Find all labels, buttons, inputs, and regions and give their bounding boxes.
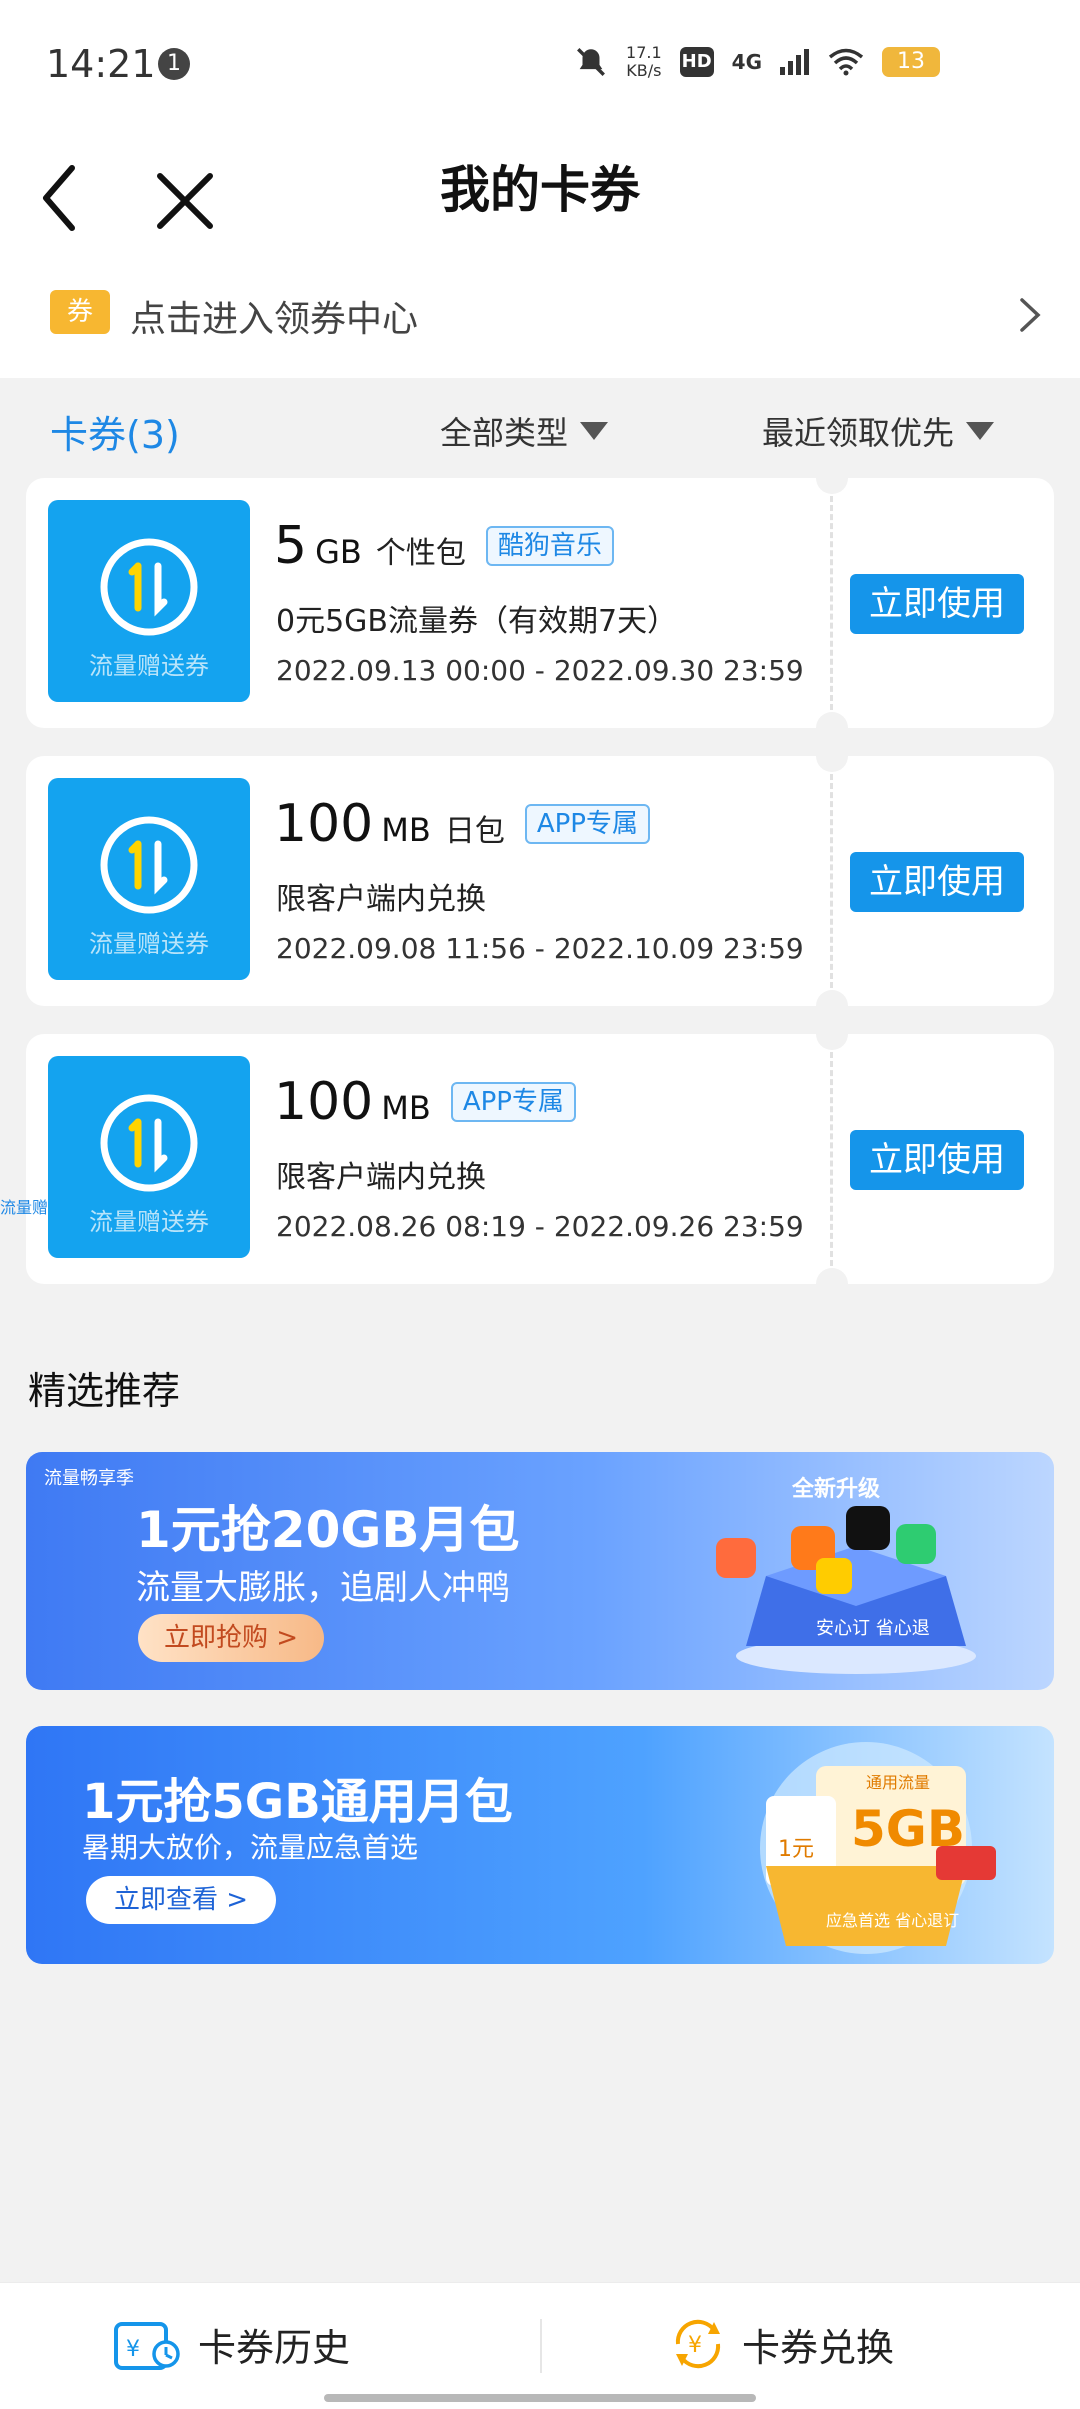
home-indicator[interactable] [324,2394,756,2402]
data-coupon-icon: 流量赠送券 [48,500,250,702]
coupon-package: 个性包 [375,536,466,571]
svg-text:¥: ¥ [688,2333,702,2358]
banner-deco-text: 全新升级 [791,1476,880,1502]
nav-bar: 我的卡券 [0,120,1080,260]
banner-top-label: 流量畅享季 [44,1468,134,1489]
speed-unit: KB/s [626,61,662,80]
mute-bell-icon [577,48,605,76]
coupon-exchange-label: 卡券兑换 [742,2325,895,2370]
card-notch [816,462,848,494]
deco-tag: 通用流量 [866,1773,930,1792]
battery-icon: 13 [882,47,940,77]
caret-down-icon [580,422,609,440]
side-hint-label: 流量赠 [0,1198,49,1217]
coupon-validity: 2022.08.26 08:19 - 2022.09.26 23:59 [276,1210,804,1243]
banner-deco-text2: 安心订 省心退 [816,1618,930,1639]
wifi-icon [828,48,864,76]
coupon-description: 0元5GB流量券（有效期7天） [276,604,678,639]
coupon-center-entry[interactable]: 券 点击进入领券中心 [0,260,1080,378]
speed-value: 17.1 [626,43,662,62]
coupon-description: 限客户端内兑换 [276,1160,486,1195]
buy-now-button[interactable]: 立即抢购 > [138,1614,325,1662]
coupon-history-button[interactable]: ¥ 卡券历史 [112,2309,350,2379]
svg-text:¥: ¥ [126,2337,140,2362]
coupon-type-label: 流量赠送券 [89,930,209,958]
card-notch [816,1018,848,1050]
type-filter-dropdown[interactable]: 全部类型 [440,408,609,454]
coupon-card: 流量赠送券 5 GB 个性包 酷狗音乐 0元5GB流量券（有效期7天） 2022… [26,462,1054,744]
bottom-divider [540,2319,542,2373]
use-now-button[interactable]: 立即使用 [850,1130,1024,1190]
coupon-badge: APP专属 [450,1082,576,1122]
banner-subtitle: 流量大膨胀，追剧人冲鸭 [136,1568,510,1608]
sort-dropdown[interactable]: 最近领取优先 [762,408,995,454]
coupon-validity: 2022.09.08 11:56 - 2022.10.09 23:59 [276,932,804,965]
card-notch [816,1268,848,1300]
coupon-center-label: 点击进入领券中心 [130,299,419,340]
coupon-package: 日包 [444,814,505,849]
filter-bar: 卡券(3) 全部类型 最近领取优先 [0,378,1080,478]
notification-badge: 1 [158,48,190,80]
hd-icon: HD [679,47,714,77]
chevron-right-icon [1020,298,1041,332]
banner-headline: 1元抢20GB月包 [136,1501,520,1559]
page-title: 我的卡券 [440,161,640,219]
card-notch [816,740,848,772]
view-now-button[interactable]: 立即查看 > [86,1876,277,1924]
type-filter-label: 全部类型 [440,414,569,452]
use-now-button[interactable]: 立即使用 [850,574,1024,634]
coupon-tag-icon: 券 [50,290,110,334]
traffic-logo-icon [100,1094,198,1192]
coupon-title: 5 GB 个性包 酷狗音乐 [274,516,614,576]
use-now-button[interactable]: 立即使用 [850,852,1024,912]
recommend-title: 精选推荐 [28,1369,181,1413]
coupon-validity: 2022.09.13 00:00 - 2022.09.30 23:59 [276,654,804,687]
coupon-amount: 100 [274,794,374,854]
wallet-clock-icon: ¥ [114,2322,180,2370]
status-icons: 17.1 KB/s HD 4G 13 [574,40,940,84]
status-time: 14:21 [46,42,156,86]
coupon-amount: 5 [274,516,308,576]
coupon-unit: MB [381,1089,431,1127]
coupon-unit: MB [381,811,431,849]
network-speed: 17.1 KB/s [626,44,662,80]
banner-headline: 1元抢5GB通用月包 [82,1774,513,1830]
promo-banner-20gb[interactable]: 流量畅享季 1元抢20GB月包 流量大膨胀，追剧人冲鸭 立即抢购 > 全新升级 … [26,1452,1054,1690]
deco-label: 应急首选 省心退订 [826,1911,959,1930]
exchange-yen-icon: ¥ [675,2319,721,2369]
signal-icon [780,49,809,75]
sort-label: 最近领取优先 [762,414,955,452]
caret-down-icon [966,422,995,440]
deco-price: 1元 [778,1837,814,1862]
traffic-logo-icon [100,538,198,636]
coupon-badge: APP专属 [524,804,650,844]
coupon-title: 100 MB 日包 APP专属 [274,794,650,854]
coupon-title: 100 MB APP专属 [274,1072,576,1132]
card-divider [830,774,833,988]
coupon-type-label: 流量赠送券 [89,652,209,680]
coupon-card: 流量赠送券 100 MB APP专属 限客户端内兑换 2022.08.26 08… [26,1018,1054,1300]
coupon-amount: 100 [274,1072,374,1132]
bottom-bar: ¥ 卡券历史 ¥ 卡券兑换 [0,2282,1080,2409]
traffic-logo-icon [100,816,198,914]
promo-banner-5gb[interactable]: 1元抢5GB通用月包 暑期大放价，流量应急首选 立即查看 > 通用流量 1元 5… [26,1726,1054,1964]
coupon-history-label: 卡券历史 [198,2325,351,2370]
network-type: 4G [731,50,762,74]
card-divider [830,1052,833,1266]
coupon-description: 限客户端内兑换 [276,882,486,917]
coupon-exchange-button[interactable]: ¥ 卡券兑换 [668,2309,894,2379]
coupon-pocket-illustration: 通用流量 1元 5GB 应急首选 省心退订 [760,1742,996,1954]
data-coupon-icon: 流量赠送券 [48,778,250,980]
tab-coupons[interactable]: 卡券(3) [50,404,180,459]
coupon-card: 流量赠送券 100 MB 日包 APP专属 限客户端内兑换 2022.09.08… [26,740,1054,1022]
coupon-type-label: 流量赠送券 [89,1208,209,1236]
data-coupon-icon: 流量赠送券 [48,1056,250,1258]
banner-subtitle: 暑期大放价，流量应急首选 [82,1831,419,1864]
coupon-unit: GB [315,533,362,571]
card-divider [830,496,833,710]
deco-size: 5GB [851,1800,965,1858]
status-bar: 14:21 1 17.1 KB/s HD 4G 13 [0,0,1080,120]
gift-box-illustration: 全新升级 安心订 省心退 [716,1476,976,1674]
coupon-badge: 酷狗音乐 [485,526,614,566]
